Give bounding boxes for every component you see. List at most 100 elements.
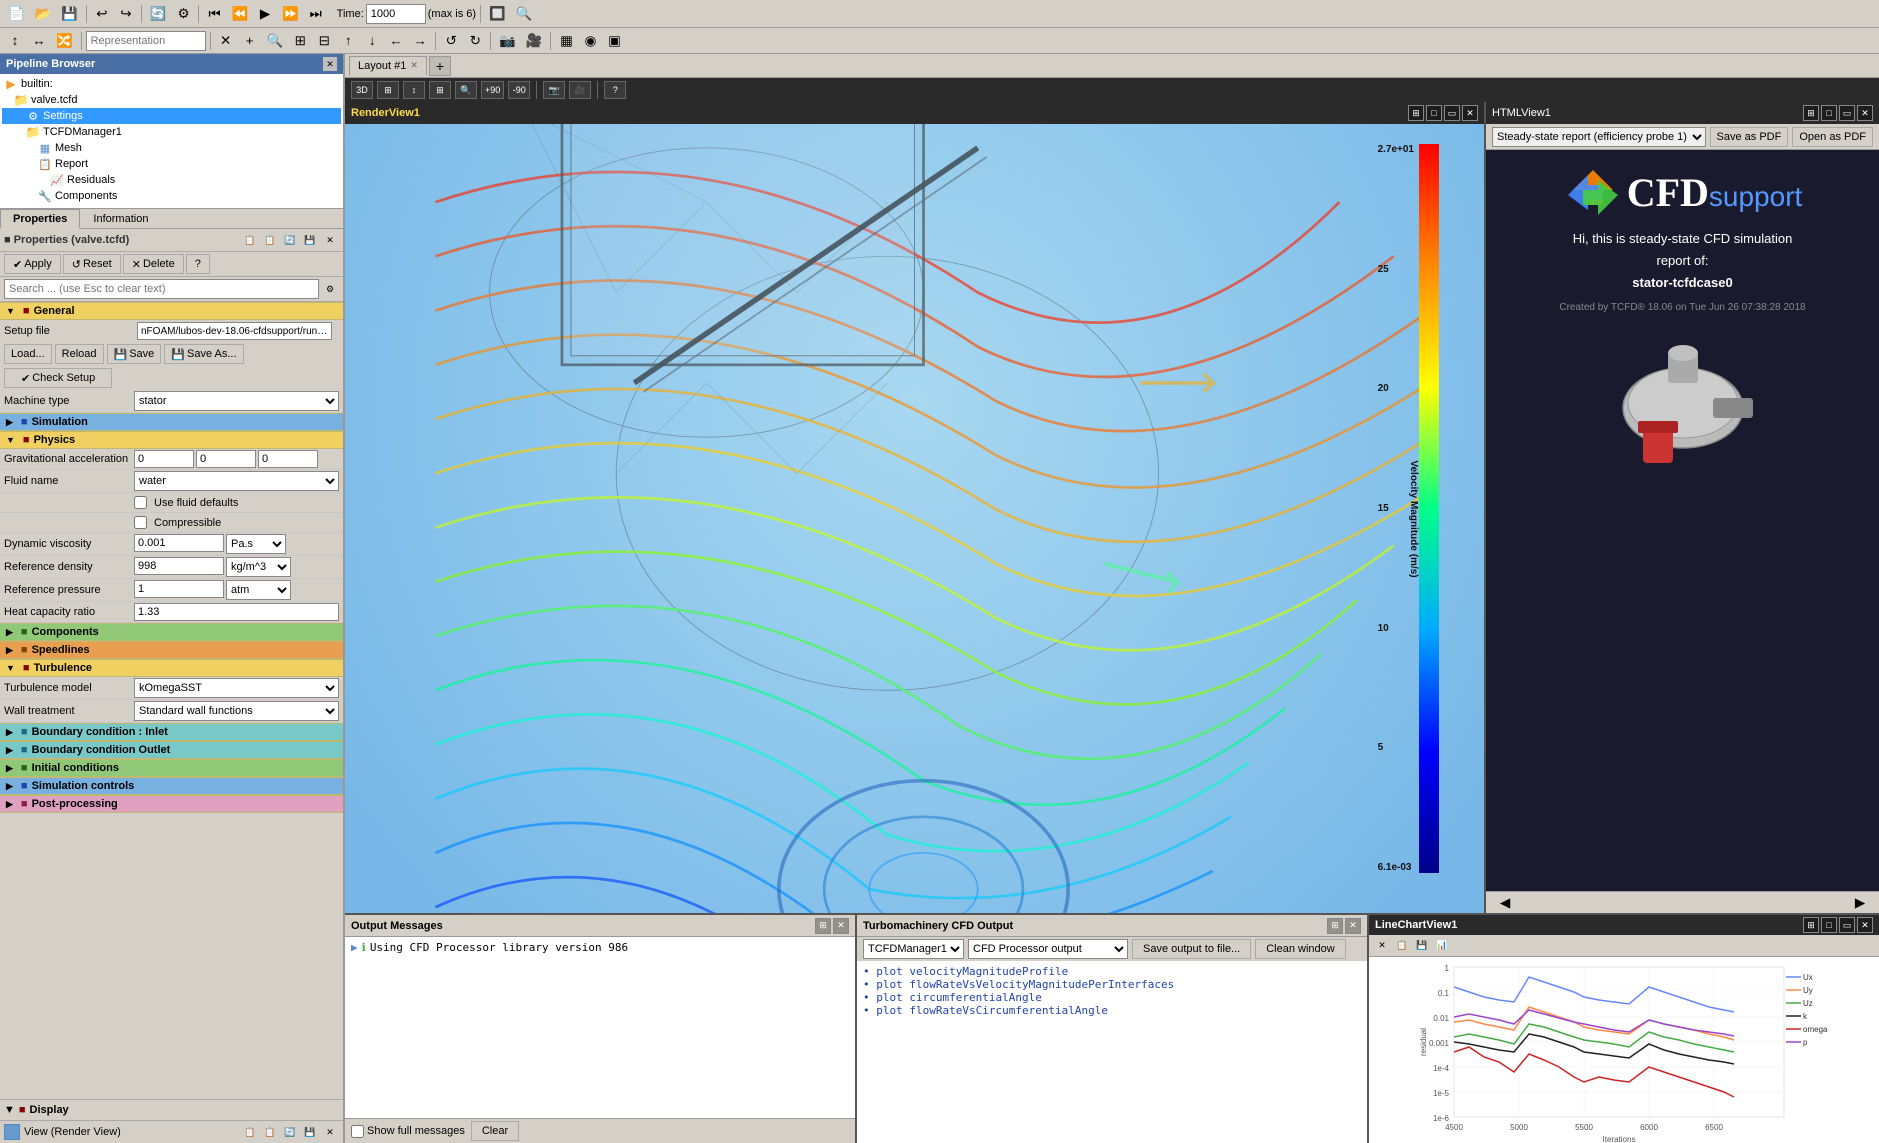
- use-fluid-defaults-checkbox[interactable]: [134, 496, 147, 509]
- toolbar2-view1[interactable]: ✕: [215, 30, 237, 52]
- chart-ctrl1[interactable]: ⊞: [1803, 917, 1819, 933]
- footer-btn1[interactable]: 📋: [241, 1123, 259, 1141]
- render-view-ctrl4[interactable]: ✕: [1462, 105, 1478, 121]
- html-next-btn[interactable]: ▶: [1849, 892, 1871, 914]
- setup-file-input[interactable]: [137, 322, 332, 340]
- speedlines-section-header[interactable]: ▶ ■ Speedlines: [0, 641, 343, 659]
- chart-ctrl2[interactable]: □: [1821, 917, 1837, 933]
- clean-window-button[interactable]: Clean window: [1255, 939, 1345, 959]
- render-btn-rot2[interactable]: -90: [508, 81, 530, 99]
- render-btn-rot1[interactable]: +90: [481, 81, 504, 99]
- ref-pressure-input[interactable]: [134, 580, 224, 598]
- render-btn-help[interactable]: ?: [604, 81, 626, 99]
- play-prev-button[interactable]: ⏪: [227, 3, 252, 25]
- toolbar2-view3[interactable]: 🔍: [263, 30, 288, 52]
- output-ctrl2[interactable]: ✕: [833, 918, 849, 934]
- turbo-ctrl1[interactable]: ⊞: [1327, 918, 1343, 934]
- machine-type-select[interactable]: stator: [134, 391, 339, 411]
- toolbar2-cam1[interactable]: 📷: [495, 30, 520, 52]
- props-close-btn[interactable]: ✕: [321, 231, 339, 249]
- tree-tcfdmanager[interactable]: 📁 TCFDManager1: [2, 124, 341, 140]
- clear-button[interactable]: Clear: [471, 1121, 519, 1141]
- footer-btn5[interactable]: ✕: [321, 1123, 339, 1141]
- turbo-manager-select[interactable]: TCFDManager1: [863, 939, 964, 959]
- play-next-button[interactable]: ⏩: [278, 3, 303, 25]
- refresh-button[interactable]: 🔄: [146, 3, 171, 25]
- settings-button[interactable]: ⚙: [172, 3, 194, 25]
- apply-button[interactable]: ✔ Apply: [4, 254, 61, 274]
- simulation-controls-section-header[interactable]: ▶ ■ Simulation controls: [0, 777, 343, 795]
- compressible-checkbox[interactable]: [134, 516, 147, 529]
- render-btn-cam5[interactable]: 🎥: [569, 81, 591, 99]
- render-btn-cam2[interactable]: ⊞: [429, 81, 451, 99]
- layout-tab-close[interactable]: ✕: [410, 60, 418, 71]
- toolbar2-select2[interactable]: ◉: [579, 30, 601, 52]
- bc-outlet-section-header[interactable]: ▶ ■ Boundary condition Outlet: [0, 741, 343, 759]
- html-view-ctrl4[interactable]: ✕: [1857, 105, 1873, 121]
- pipeline-close-btn[interactable]: ✕: [323, 57, 337, 71]
- toolbar2-btn3[interactable]: 🔀: [52, 30, 77, 52]
- turbulence-section-header[interactable]: ▼ ■ Turbulence: [0, 659, 343, 677]
- html-view-ctrl1[interactable]: ⊞: [1803, 105, 1819, 121]
- simulation-section-header[interactable]: ▶ ■ Simulation: [0, 413, 343, 431]
- heat-capacity-input[interactable]: [134, 603, 339, 621]
- grav-x-input[interactable]: [134, 450, 194, 468]
- toolbar2-rot1[interactable]: ↺: [440, 30, 462, 52]
- render-view-ctrl2[interactable]: □: [1426, 105, 1442, 121]
- tab-information[interactable]: Information: [80, 209, 161, 228]
- search-settings-btn[interactable]: ⚙: [321, 280, 339, 298]
- toolbar2-view7[interactable]: ↓: [361, 30, 383, 52]
- reset-button[interactable]: ↺ Reset: [63, 254, 121, 274]
- toolbar2-select3[interactable]: ▣: [603, 30, 625, 52]
- delete-button[interactable]: ✕ Delete: [123, 254, 184, 274]
- ref-density-unit-select[interactable]: kg/m^3: [226, 557, 291, 577]
- redo-button[interactable]: ↪: [115, 3, 137, 25]
- html-view-ctrl3[interactable]: ▭: [1839, 105, 1855, 121]
- html-prev-btn[interactable]: ◀: [1494, 892, 1516, 914]
- tree-residuals[interactable]: 📈 Residuals: [2, 172, 341, 188]
- turbo-output-select[interactable]: CFD Processor output: [968, 939, 1128, 959]
- undo-button[interactable]: ↩: [91, 3, 113, 25]
- play-end-button[interactable]: ⏭: [305, 3, 327, 25]
- chart-btn4[interactable]: 📊: [1433, 937, 1451, 955]
- toolbar2-view6[interactable]: ↑: [337, 30, 359, 52]
- play-begin-button[interactable]: ⏮: [203, 3, 225, 25]
- render-btn-cam1[interactable]: ↕: [403, 81, 425, 99]
- toolbar2-select1[interactable]: ▦: [555, 30, 577, 52]
- render-btn-3d[interactable]: 3D: [351, 81, 373, 99]
- ref-pressure-unit-select[interactable]: atm: [226, 580, 291, 600]
- toolbar2-view8[interactable]: ←: [385, 30, 407, 52]
- toolbar2-view9[interactable]: →: [409, 30, 431, 52]
- toolbar2-view4[interactable]: ⊞: [289, 30, 311, 52]
- file-save-button[interactable]: 💾 Save: [107, 344, 162, 364]
- tab-properties[interactable]: Properties: [0, 209, 80, 229]
- initial-conditions-section-header[interactable]: ▶ ■ Initial conditions: [0, 759, 343, 777]
- footer-btn2[interactable]: 📋: [261, 1123, 279, 1141]
- open-pdf-button[interactable]: Open as PDF: [1792, 127, 1873, 147]
- layout-tab[interactable]: Layout #1 ✕: [349, 56, 427, 76]
- html-report-select[interactable]: Steady-state report (efficiency probe 1): [1492, 127, 1706, 147]
- grav-z-input[interactable]: [258, 450, 318, 468]
- tree-components[interactable]: 🔧 Components: [2, 188, 341, 204]
- html-view-ctrl2[interactable]: □: [1821, 105, 1837, 121]
- chart-ctrl3[interactable]: ▭: [1839, 917, 1855, 933]
- add-tab-button[interactable]: +: [429, 56, 451, 76]
- toolbar2-btn1[interactable]: ↕: [4, 30, 26, 52]
- dynamic-viscosity-unit-select[interactable]: Pa.s: [226, 534, 286, 554]
- turbo-ctrl2[interactable]: ✕: [1345, 918, 1361, 934]
- play-button[interactable]: ▶: [254, 3, 276, 25]
- reload-button[interactable]: Reload: [55, 344, 104, 364]
- props-search-input[interactable]: [4, 279, 319, 299]
- tree-report[interactable]: 📋 Report: [2, 156, 341, 172]
- props-copy-btn[interactable]: 📋: [241, 231, 259, 249]
- help-button[interactable]: ?: [186, 254, 210, 274]
- turbulence-model-select[interactable]: kOmegaSST: [134, 678, 339, 698]
- new-button[interactable]: 📄: [4, 3, 29, 25]
- wall-treatment-select[interactable]: Standard wall functions: [134, 701, 339, 721]
- dynamic-viscosity-input[interactable]: [134, 534, 224, 552]
- representation-input[interactable]: [86, 31, 206, 51]
- load-button[interactable]: Load...: [4, 344, 52, 364]
- output-ctrl1[interactable]: ⊞: [815, 918, 831, 934]
- toolbar2-view5[interactable]: ⊟: [313, 30, 335, 52]
- render-view-ctrl1[interactable]: ⊞: [1408, 105, 1424, 121]
